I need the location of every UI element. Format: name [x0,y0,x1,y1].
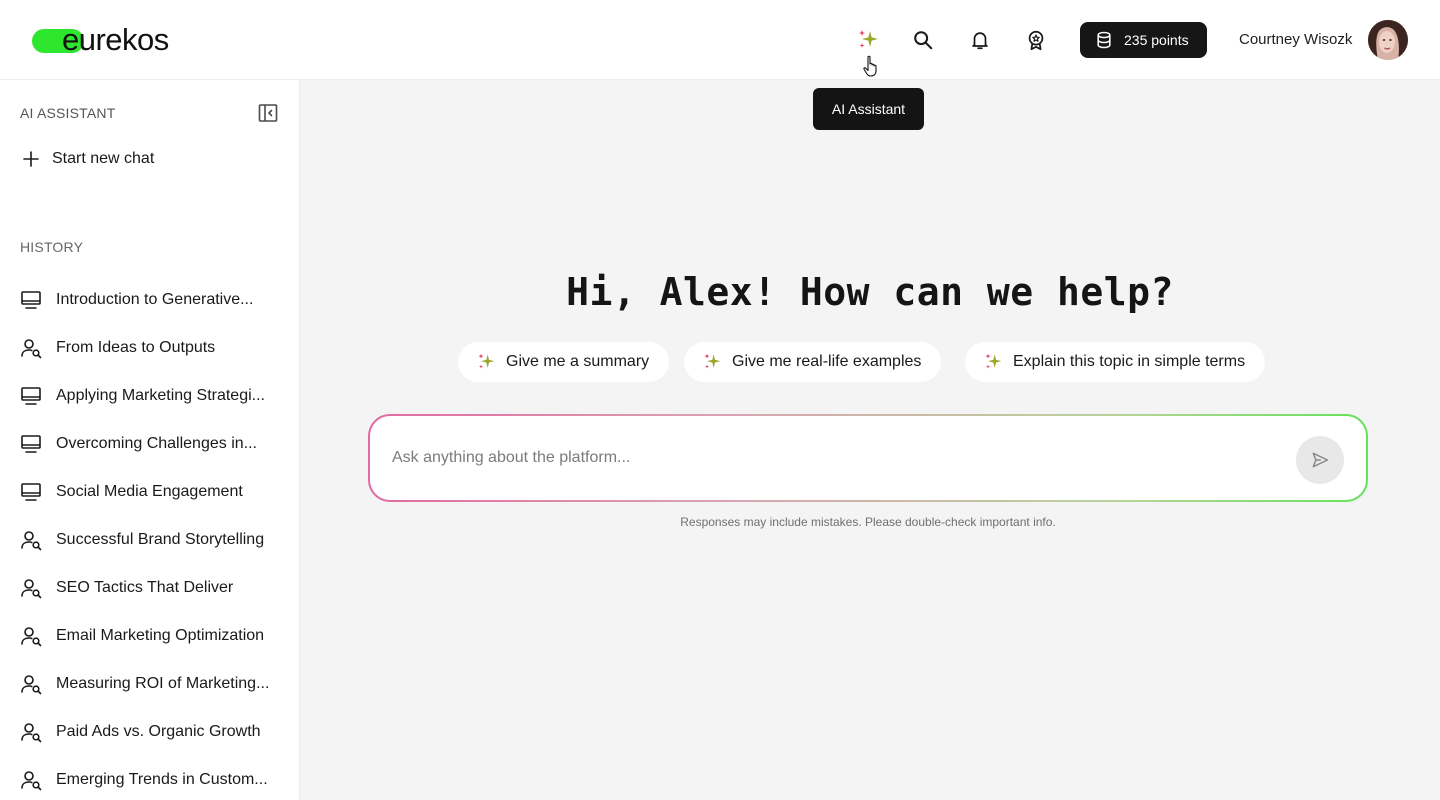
sidebar-title: AI ASSISTANT [20,105,116,121]
eurekos-logo[interactable]: eurekos [32,22,169,58]
achievements-button[interactable] [1022,26,1050,54]
coins-icon [1097,31,1111,49]
history-item[interactable]: From Ideas to Outputs [20,324,282,372]
sparkle-icon [478,353,495,369]
suggestion-label: Give me a summary [506,353,650,370]
history-item[interactable]: Emerging Trends in Custom... [20,756,282,800]
monitor-icon [20,433,42,455]
suggestion-examples-button[interactable]: Give me real-life examples [684,342,942,382]
monitor-icon [20,481,42,503]
search-icon [914,31,933,50]
start-new-chat-label: Start new chat [52,150,155,167]
sparkle-icon [859,30,878,48]
history-item-label: SEO Tactics That Deliver [56,579,234,596]
history-item[interactable]: Introduction to Generative... [20,276,282,324]
history-item[interactable]: SEO Tactics That Deliver [20,564,282,612]
user-name[interactable]: Courtney Wisozk [1239,30,1352,50]
top-header: eurekos 235 points Courtney Wisozk [0,0,1440,80]
history-item-label: Measuring ROI of Marketing... [56,675,270,692]
history-item[interactable]: Successful Brand Storytelling [20,516,282,564]
sidebar-collapse-icon [258,104,278,122]
history-item[interactable]: Overcoming Challenges in... [20,420,282,468]
logo-text: eurekos [62,22,169,57]
history-list: Introduction to Generative... From Ideas… [20,276,282,800]
history-item[interactable]: Email Marketing Optimization [20,612,282,660]
bell-icon [972,32,988,50]
suggestion-explain-button[interactable]: Explain this topic in simple terms [965,342,1266,382]
history-item[interactable]: Paid Ads vs. Organic Growth [20,708,282,756]
user-search-icon [20,577,42,599]
points-label: 235 points [1124,32,1189,48]
history-item-label: From Ideas to Outputs [56,339,216,356]
send-icon [1312,452,1329,468]
history-label: HISTORY [20,239,84,255]
collapse-sidebar-button[interactable] [257,102,279,124]
history-item-label: Successful Brand Storytelling [56,531,265,548]
avatar[interactable] [1368,20,1408,60]
search-button[interactable] [909,26,937,54]
history-item[interactable]: Measuring ROI of Marketing... [20,660,282,708]
history-item[interactable]: Applying Marketing Strategi... [20,372,282,420]
suggestion-label: Give me real-life examples [732,353,922,370]
history-item-label: Paid Ads vs. Organic Growth [56,723,261,740]
history-item-label: Social Media Engagement [56,483,243,500]
sparkle-icon [985,353,1002,369]
sidebar: AI ASSISTANT Start new chat HISTORY Intr… [0,80,300,800]
user-search-icon [20,337,42,359]
history-item-label: Email Marketing Optimization [56,627,265,644]
ai-assistant-tooltip: AI Assistant [813,88,924,130]
badge-icon [1028,30,1044,51]
user-search-icon [20,721,42,743]
chat-input-container [368,414,1368,502]
monitor-icon [20,385,42,407]
user-search-icon [20,673,42,695]
start-new-chat-button[interactable]: Start new chat [22,150,154,168]
history-item[interactable]: Social Media Engagement [20,468,282,516]
history-item-label: Introduction to Generative... [56,291,254,308]
user-search-icon [20,529,42,551]
history-item-label: Applying Marketing Strategi... [56,387,265,404]
send-button[interactable] [1296,436,1344,484]
user-search-icon [20,769,42,791]
history-item-label: Overcoming Challenges in... [56,435,257,452]
sparkle-icon [704,353,721,369]
greeting-heading: Hi, Alex! How can we help? [566,270,1174,314]
chat-input-box [370,416,1366,500]
suggestion-summary-button[interactable]: Give me a summary [458,342,670,382]
disclaimer-text: Responses may include mistakes. Please d… [680,515,1056,529]
points-button[interactable]: 235 points [1080,22,1207,58]
history-item-label: Emerging Trends in Custom... [56,771,268,788]
monitor-icon [20,289,42,311]
plus-icon [23,151,39,167]
avatar-image [1368,20,1408,60]
user-search-icon [20,625,42,647]
suggestion-label: Explain this topic in simple terms [1013,353,1246,370]
chat-input[interactable] [392,438,1272,478]
notifications-button[interactable] [966,26,994,54]
hand-cursor-icon [863,55,877,77]
ai-assistant-button[interactable] [854,26,882,54]
